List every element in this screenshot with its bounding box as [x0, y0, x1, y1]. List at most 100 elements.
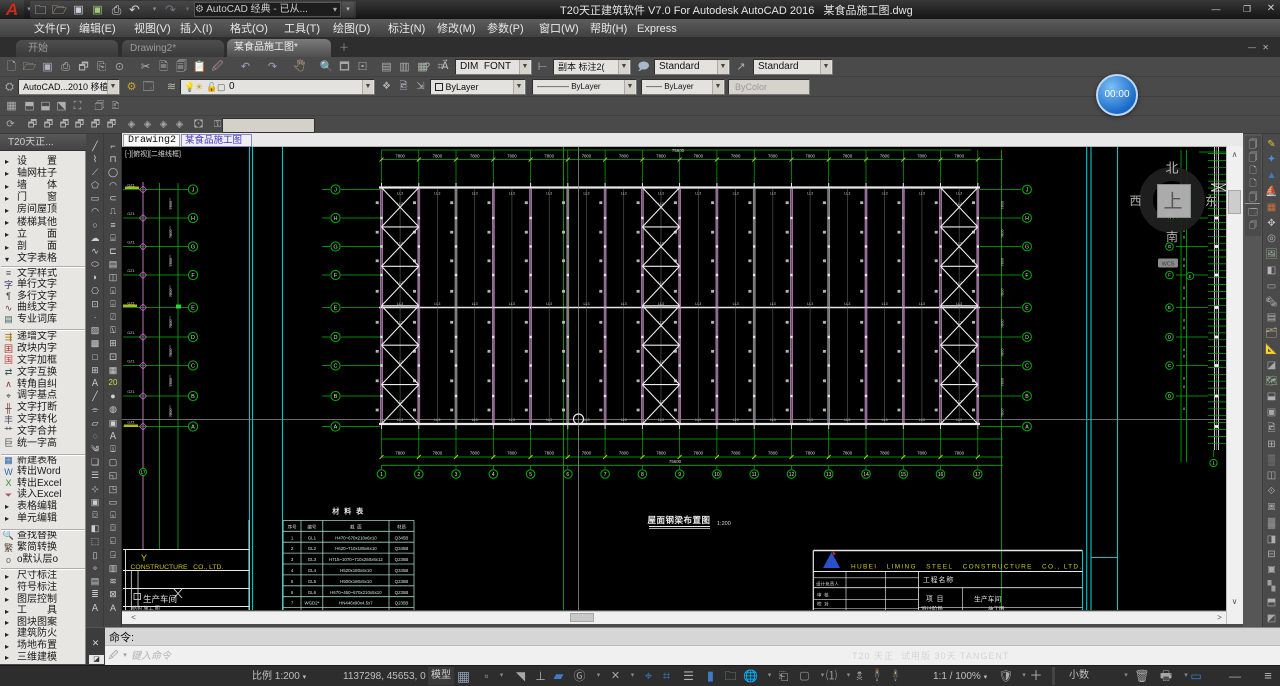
svg-text:7800: 7800	[768, 153, 778, 158]
svg-text:17: 17	[975, 472, 981, 478]
svg-text:Q345B: Q345B	[395, 535, 409, 540]
svg-text:GL3: GL3	[308, 557, 317, 562]
svg-text:LL2: LL2	[658, 399, 664, 403]
svg-text:G: G	[333, 245, 337, 251]
svg-text:LL3: LL3	[695, 192, 701, 196]
svg-text:LL2: LL2	[658, 242, 664, 246]
svg-text:LL3: LL3	[621, 302, 627, 306]
svg-text:G: G	[191, 245, 195, 251]
svg-text:LL2: LL2	[397, 399, 403, 403]
svg-text:LL3: LL3	[584, 418, 590, 422]
svg-text:LL3: LL3	[770, 192, 776, 196]
svg-text:GL1: GL1	[308, 535, 317, 540]
svg-text:LL2: LL2	[397, 281, 403, 285]
svg-text:8: 8	[1183, 236, 1185, 240]
svg-text:HN446x90x4.5x7: HN446x90x4.5x7	[339, 601, 373, 606]
svg-text:8: 8	[1183, 355, 1185, 359]
svg-text:7800: 7800	[954, 450, 964, 455]
svg-text:H: H	[1025, 216, 1029, 222]
svg-text:C: C	[334, 364, 338, 370]
svg-text:12: 12	[789, 472, 795, 478]
svg-text:8: 8	[1183, 297, 1185, 301]
svg-text:F: F	[1168, 273, 1171, 278]
svg-text:LL3: LL3	[733, 192, 739, 196]
svg-text:LL3: LL3	[807, 418, 813, 422]
svg-text:LL3: LL3	[472, 418, 478, 422]
svg-text:Q235B: Q235B	[395, 579, 409, 584]
svg-text:C: C	[191, 364, 195, 370]
svg-text:7800: 7800	[470, 450, 480, 455]
svg-text:7800: 7800	[395, 153, 405, 158]
svg-text:审 核: 审 核	[817, 592, 829, 599]
svg-text:LL3: LL3	[546, 418, 552, 422]
svg-text:7800: 7800	[507, 450, 517, 455]
svg-text:A: A	[1025, 424, 1029, 430]
svg-text:LL3: LL3	[882, 192, 888, 196]
svg-text:LL3: LL3	[584, 302, 590, 306]
svg-text:序号: 序号	[288, 524, 297, 531]
svg-text:7800: 7800	[656, 450, 666, 455]
svg-text:7800: 7800	[805, 153, 815, 158]
svg-text:H520x180x6x10: H520x180x6x10	[340, 568, 372, 573]
svg-text:LL2: LL2	[397, 321, 403, 325]
svg-text:7800: 7800	[843, 450, 853, 455]
svg-text:LL3: LL3	[956, 418, 962, 422]
svg-text:14: 14	[863, 472, 869, 478]
svg-text:GL4: GL4	[308, 568, 317, 573]
svg-text:7800: 7800	[880, 153, 890, 158]
svg-text:LL3: LL3	[770, 418, 776, 422]
svg-text:15: 15	[901, 472, 907, 478]
svg-text:Q235B: Q235B	[395, 601, 409, 606]
svg-text:GZ1: GZ1	[127, 421, 134, 425]
svg-text:工程名称: 工程名称	[923, 575, 954, 584]
svg-text:H715~1070~710x250x6x12: H715~1070~710x250x6x12	[329, 557, 384, 562]
svg-text:北: 北	[1165, 161, 1178, 176]
svg-text:16: 16	[938, 472, 944, 478]
svg-text:H: H	[334, 216, 338, 222]
svg-text:LL3: LL3	[472, 302, 478, 306]
svg-text:11: 11	[752, 472, 757, 478]
svg-text:C: C	[1025, 363, 1029, 369]
svg-text:HUBEI LIMING STEEL CONST: HUBEI LIMING STEEL CONSTRUCTURE CO., LTD…	[851, 564, 1083, 571]
svg-text:8: 8	[1183, 348, 1185, 352]
svg-text:结构 施工 图: 结构 施工 图	[132, 605, 160, 610]
svg-text:B: B	[334, 394, 338, 400]
svg-text:A: A	[191, 425, 195, 431]
svg-text:B: B	[1025, 394, 1029, 400]
svg-text:LL3: LL3	[919, 418, 925, 422]
svg-text:9: 9	[678, 472, 681, 478]
svg-text:7800: 7800	[582, 450, 592, 455]
svg-text:7800: 7800	[1000, 378, 1004, 386]
svg-text:H: H	[191, 216, 195, 222]
svg-text:LL3: LL3	[770, 302, 776, 306]
svg-text:7800: 7800	[395, 450, 405, 455]
svg-text:LL3: LL3	[695, 302, 701, 306]
svg-text:校 对: 校 对	[817, 601, 829, 608]
svg-text:WGD2*: WGD2*	[304, 601, 319, 606]
svg-text:GZ1: GZ1	[127, 212, 134, 216]
svg-text:1:200: 1:200	[717, 521, 731, 527]
svg-text:E: E	[191, 306, 195, 312]
svg-text:7800: 7800	[1000, 258, 1004, 266]
svg-text:7800: 7800	[433, 153, 443, 158]
svg-text:LL3: LL3	[621, 192, 627, 196]
svg-text:7800: 7800	[1001, 409, 1005, 417]
svg-text:LL3: LL3	[695, 418, 701, 422]
svg-text:7800: 7800	[917, 450, 927, 455]
svg-text:编号: 编号	[307, 524, 316, 531]
svg-text:B: B	[191, 394, 195, 400]
svg-text:J: J	[192, 188, 195, 194]
svg-text:75600: 75600	[672, 148, 685, 153]
svg-text:7800: 7800	[619, 153, 629, 158]
svg-text:LL3: LL3	[509, 418, 515, 422]
svg-text:GZ1: GZ1	[127, 269, 134, 273]
svg-text:LL3: LL3	[509, 192, 515, 196]
svg-text:西: 西	[1129, 194, 1141, 208]
svg-text:H620~710x185x6x10: H620~710x185x6x10	[335, 546, 377, 551]
svg-text:8: 8	[1183, 407, 1185, 411]
svg-text:LL2: LL2	[658, 321, 664, 325]
svg-text:7800: 7800	[544, 450, 554, 455]
svg-text:LL2: LL2	[956, 360, 962, 364]
svg-text:A: A	[334, 425, 338, 431]
svg-text:Y: Y	[141, 553, 147, 563]
